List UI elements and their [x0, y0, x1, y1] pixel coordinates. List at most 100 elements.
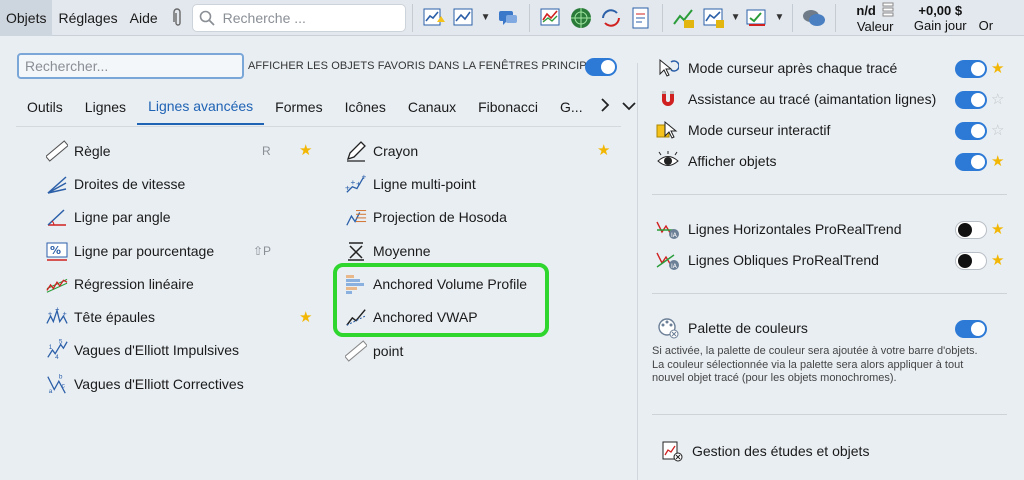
toolbar-separator: [835, 3, 837, 32]
chevron-down-icon[interactable]: ▼: [481, 12, 491, 23]
objects-search-input[interactable]: Rechercher...: [17, 53, 244, 79]
tool-ligne-pourcentage[interactable]: % Ligne par pourcentage: [46, 238, 214, 264]
svg-text:1: 1: [49, 344, 53, 351]
option-curseur-apres-trace: Mode curseur après chaque tracé: [656, 57, 897, 79]
tab-icones[interactable]: Icônes: [334, 89, 397, 125]
toggle-curseur-apres-trace[interactable]: [955, 60, 987, 78]
top-search-input[interactable]: Recherche ...: [191, 3, 406, 32]
toggle-lignes-horizontales-prt[interactable]: [955, 221, 987, 239]
average-icon: [345, 240, 367, 262]
chevron-right-icon[interactable]: [600, 97, 610, 117]
tab-outils[interactable]: Outils: [16, 89, 74, 125]
svg-text:+: +: [351, 178, 356, 187]
options-divider: [652, 293, 1007, 294]
tool-crayon[interactable]: Crayon: [345, 138, 418, 164]
report-icon[interactable]: [628, 5, 654, 31]
menu-aide[interactable]: Aide: [124, 0, 164, 36]
tab-lignes-avancees[interactable]: Lignes avancées: [137, 89, 265, 125]
tool-hosoda[interactable]: Projection de Hosoda: [345, 204, 507, 230]
tool-ligne-multipoint[interactable]: + + + + Ligne multi-point: [345, 171, 476, 197]
order-check-icon[interactable]: [744, 5, 770, 31]
toggle-afficher-objets[interactable]: [955, 153, 987, 171]
portfolio-icon[interactable]: [701, 5, 727, 31]
tool-elliott-correctives[interactable]: abc Vagues d'Elliott Correctives: [46, 371, 244, 397]
favorite-star-empty-icon[interactable]: ☆: [991, 121, 1004, 139]
chevron-down-icon[interactable]: ▼: [774, 12, 784, 23]
favorite-star-icon[interactable]: ★: [991, 59, 1004, 77]
interactive-cursor-icon: [656, 119, 680, 141]
prorealtrend-horizontal-icon: IA: [656, 218, 680, 240]
stat-gain-value: +0,00 $: [918, 2, 963, 18]
favorite-star-empty-icon[interactable]: ☆: [991, 90, 1004, 108]
favorite-star-icon[interactable]: ★: [299, 141, 312, 159]
option-label: Mode curseur interactif: [688, 122, 831, 138]
svg-text:+: +: [48, 309, 52, 318]
paperclip-icon[interactable]: [170, 7, 186, 29]
shortcut-regle: R: [262, 144, 271, 158]
tool-moyenne[interactable]: Moyenne: [345, 238, 431, 264]
tool-ligne-angle[interactable]: Ligne par angle: [46, 204, 171, 230]
toolbar-group-analysis: [536, 0, 656, 36]
messages-icon[interactable]: [801, 5, 827, 31]
regression-icon: [46, 273, 68, 295]
favorite-star-icon[interactable]: ★: [991, 152, 1004, 170]
svg-text:+: +: [356, 180, 361, 189]
tool-elliott-impulsives[interactable]: 514 Vagues d'Elliott Impulsives: [46, 337, 239, 363]
svg-text:b: b: [59, 374, 63, 381]
option-lignes-obliques-prt: IA Lignes Obliques ProRealTrend: [656, 249, 879, 271]
option-afficher-objets: Afficher objets: [656, 150, 776, 172]
tool-regression[interactable]: Régression linéaire: [46, 271, 194, 297]
toggle-assistance-trace[interactable]: [955, 91, 987, 109]
favorite-star-icon[interactable]: ★: [991, 220, 1004, 238]
tool-droites-vitesse[interactable]: Droites de vitesse: [46, 171, 185, 197]
tab-lignes[interactable]: Lignes: [74, 89, 137, 125]
svg-text:+: +: [362, 173, 367, 181]
favorite-star-icon[interactable]: ★: [991, 251, 1004, 269]
svg-text:5: 5: [59, 339, 63, 346]
tool-tete-epaules[interactable]: + + + Tête épaules: [46, 304, 155, 330]
option-label: Lignes Obliques ProRealTrend: [688, 252, 879, 268]
hosoda-icon: [345, 206, 367, 228]
money-chart-icon[interactable]: [671, 5, 697, 31]
toolbar-group-alerts: ▼: [419, 0, 523, 36]
favorites-toggle[interactable]: [585, 58, 617, 76]
chevron-down-icon[interactable]: ▼: [731, 12, 741, 23]
radar-icon[interactable]: [568, 5, 594, 31]
chevron-down-icon[interactable]: [621, 98, 636, 116]
tab-fibonacci[interactable]: Fibonacci: [467, 89, 549, 125]
favorite-star-icon[interactable]: ★: [597, 141, 610, 159]
top-search-placeholder: Recherche ...: [222, 9, 306, 26]
favorite-star-icon[interactable]: ★: [299, 308, 312, 326]
toggle-palette-couleurs[interactable]: [955, 320, 987, 338]
angle-line-icon: [46, 206, 68, 228]
indicator-chart-icon[interactable]: [538, 5, 564, 31]
option-label: Assistance au tracé (aimantation lignes): [688, 91, 937, 107]
chat-bubble-icon[interactable]: [495, 5, 521, 31]
point-ruler-icon: [345, 340, 367, 362]
prorealtrend-oblique-icon: IA: [656, 249, 680, 271]
svg-text:a: a: [49, 388, 53, 395]
svg-text:IA: IA: [671, 232, 678, 239]
option-label: Lignes Horizontales ProRealTrend: [688, 221, 902, 237]
manage-objects-icon: [660, 440, 684, 462]
tab-canaux[interactable]: Canaux: [397, 89, 467, 125]
alert-chart-icon[interactable]: [421, 5, 447, 31]
tool-point[interactable]: point: [345, 338, 403, 364]
tool-label: point: [373, 343, 404, 359]
gestion-etudes-objets-button[interactable]: Gestion des études et objets: [660, 440, 869, 462]
coin-stack-icon: [882, 2, 894, 17]
toolbar-separator: [792, 3, 794, 32]
line-chart-icon[interactable]: [451, 5, 477, 31]
tab-formes[interactable]: Formes: [264, 89, 333, 125]
refresh-chart-icon[interactable]: [598, 5, 624, 31]
tool-label: Crayon: [373, 143, 419, 159]
eye-icon: [656, 150, 680, 172]
multipoint-icon: + + + +: [345, 173, 367, 195]
tool-regle[interactable]: Règle: [46, 138, 111, 164]
tab-more[interactable]: G...: [549, 89, 594, 125]
toggle-curseur-interactif[interactable]: [955, 122, 987, 140]
menu-objets[interactable]: Objets: [0, 0, 53, 36]
svg-text:+: +: [63, 309, 67, 318]
menu-reglages[interactable]: Réglages: [52, 0, 123, 36]
toggle-lignes-obliques-prt[interactable]: [955, 252, 987, 270]
